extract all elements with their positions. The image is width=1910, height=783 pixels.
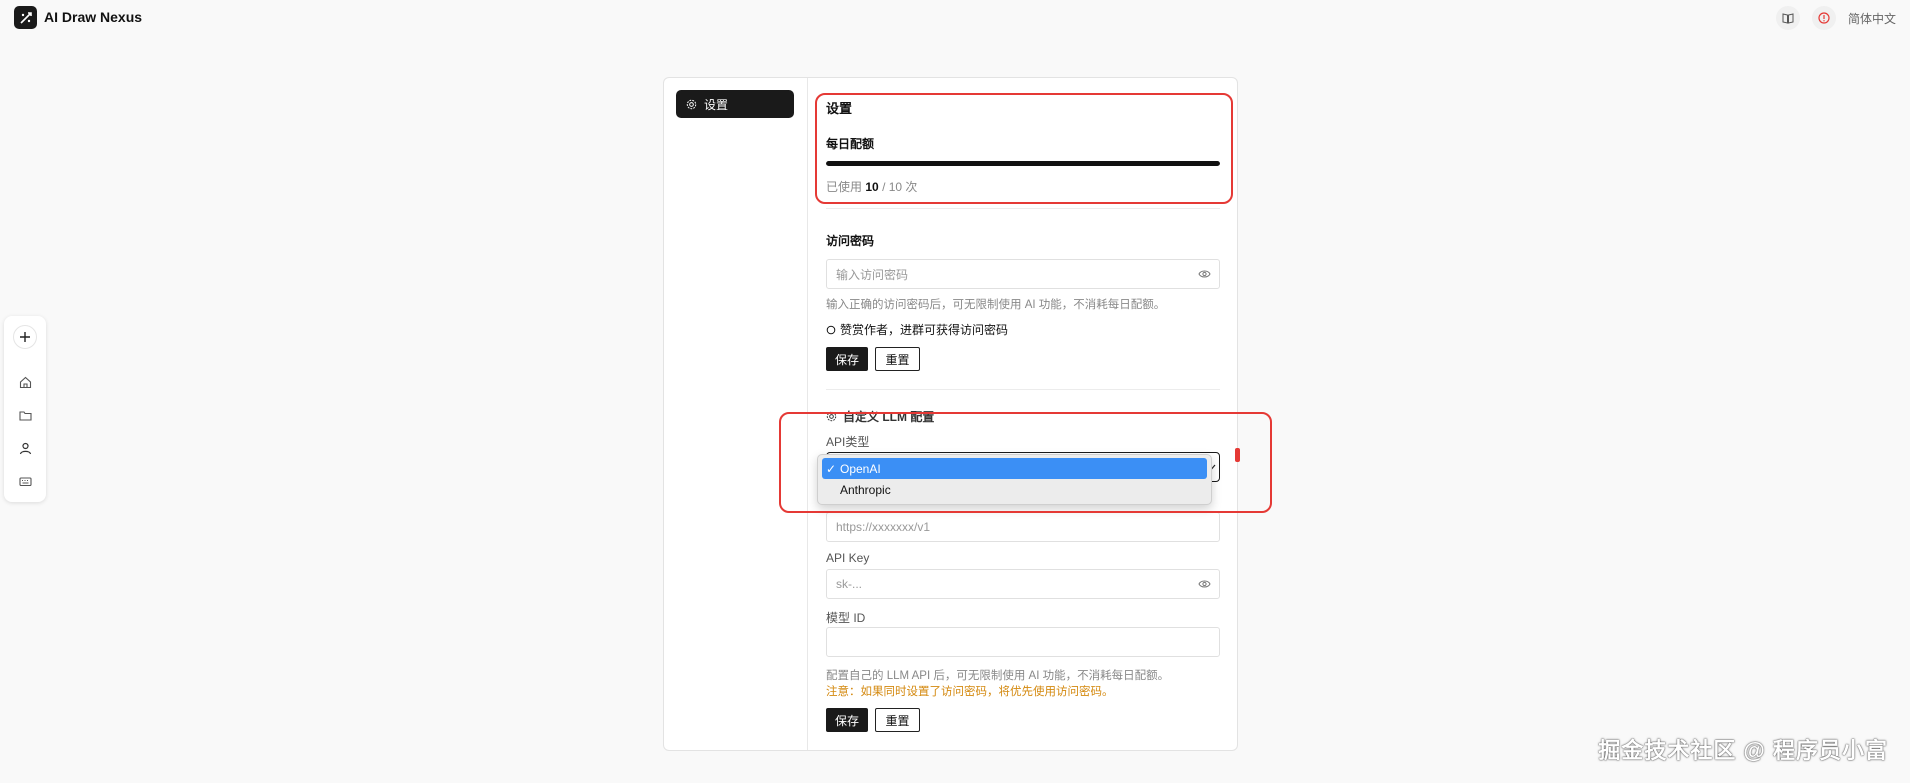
base-url-placeholder: https://xxxxxxx/v1 (836, 520, 931, 534)
user-icon[interactable] (13, 436, 37, 460)
api-key-label: API Key (826, 551, 870, 565)
annotation-box-dropdown (779, 412, 1272, 513)
app-logo-icon[interactable] (14, 6, 37, 29)
llm-reset-button[interactable]: 重置 (875, 708, 920, 732)
gear-icon (686, 99, 697, 110)
api-key-input[interactable]: sk-... (826, 569, 1220, 599)
base-url-input[interactable]: https://xxxxxxx/v1 (826, 512, 1220, 542)
annotation-mark (1235, 448, 1240, 462)
api-key-placeholder: sk-... (836, 577, 862, 591)
book-icon[interactable] (1775, 6, 1800, 30)
access-password-label: 访问密码 (826, 234, 875, 248)
keyboard-icon[interactable] (13, 469, 37, 493)
access-save-button[interactable]: 保存 (826, 347, 868, 371)
sponsor-link[interactable]: 赞赏作者，进群可获得访问密码 (826, 321, 1008, 338)
side-toolbar (4, 316, 46, 502)
annotation-box-quota (815, 93, 1233, 204)
nav-item-label: 设置 (704, 97, 729, 112)
eye-icon[interactable] (1198, 578, 1211, 593)
llm-config-hint: 配置自己的 LLM API 后，可无限制使用 AI 功能，不消耗每日配额。 (826, 670, 1170, 682)
folder-icon[interactable] (13, 403, 37, 427)
info-icon[interactable] (1811, 6, 1836, 30)
divider (826, 389, 1220, 390)
llm-config-warning: 注意：如果同时设置了访问密码，将优先使用访问密码。 (826, 686, 1114, 698)
access-password-hint: 输入正确的访问密码后，可无限制使用 AI 功能，不消耗每日配额。 (826, 299, 1166, 311)
access-reset-button[interactable]: 重置 (875, 347, 920, 371)
divider (826, 208, 1220, 209)
access-password-placeholder: 输入访问密码 (836, 267, 909, 282)
home-icon[interactable] (13, 370, 37, 394)
top-bar: AI Draw Nexus 简体中文 (0, 0, 1910, 36)
plus-icon[interactable] (13, 325, 37, 349)
language-switcher[interactable]: 简体中文 (1848, 10, 1896, 27)
access-password-input[interactable]: 输入访问密码 (826, 259, 1220, 289)
watermark: 掘金技术社区 @ 程序员小富 (1598, 738, 1888, 763)
eye-icon[interactable] (1198, 268, 1211, 283)
model-id-input[interactable] (826, 627, 1220, 657)
sponsor-text: 赞赏作者，进群可获得访问密码 (840, 323, 1009, 337)
chat-bubble-icon (826, 325, 836, 335)
model-id-label: 模型 ID (826, 611, 866, 625)
nav-item-settings[interactable]: 设置 (676, 90, 794, 118)
llm-save-button[interactable]: 保存 (826, 708, 868, 732)
app-title: AI Draw Nexus (44, 9, 143, 25)
